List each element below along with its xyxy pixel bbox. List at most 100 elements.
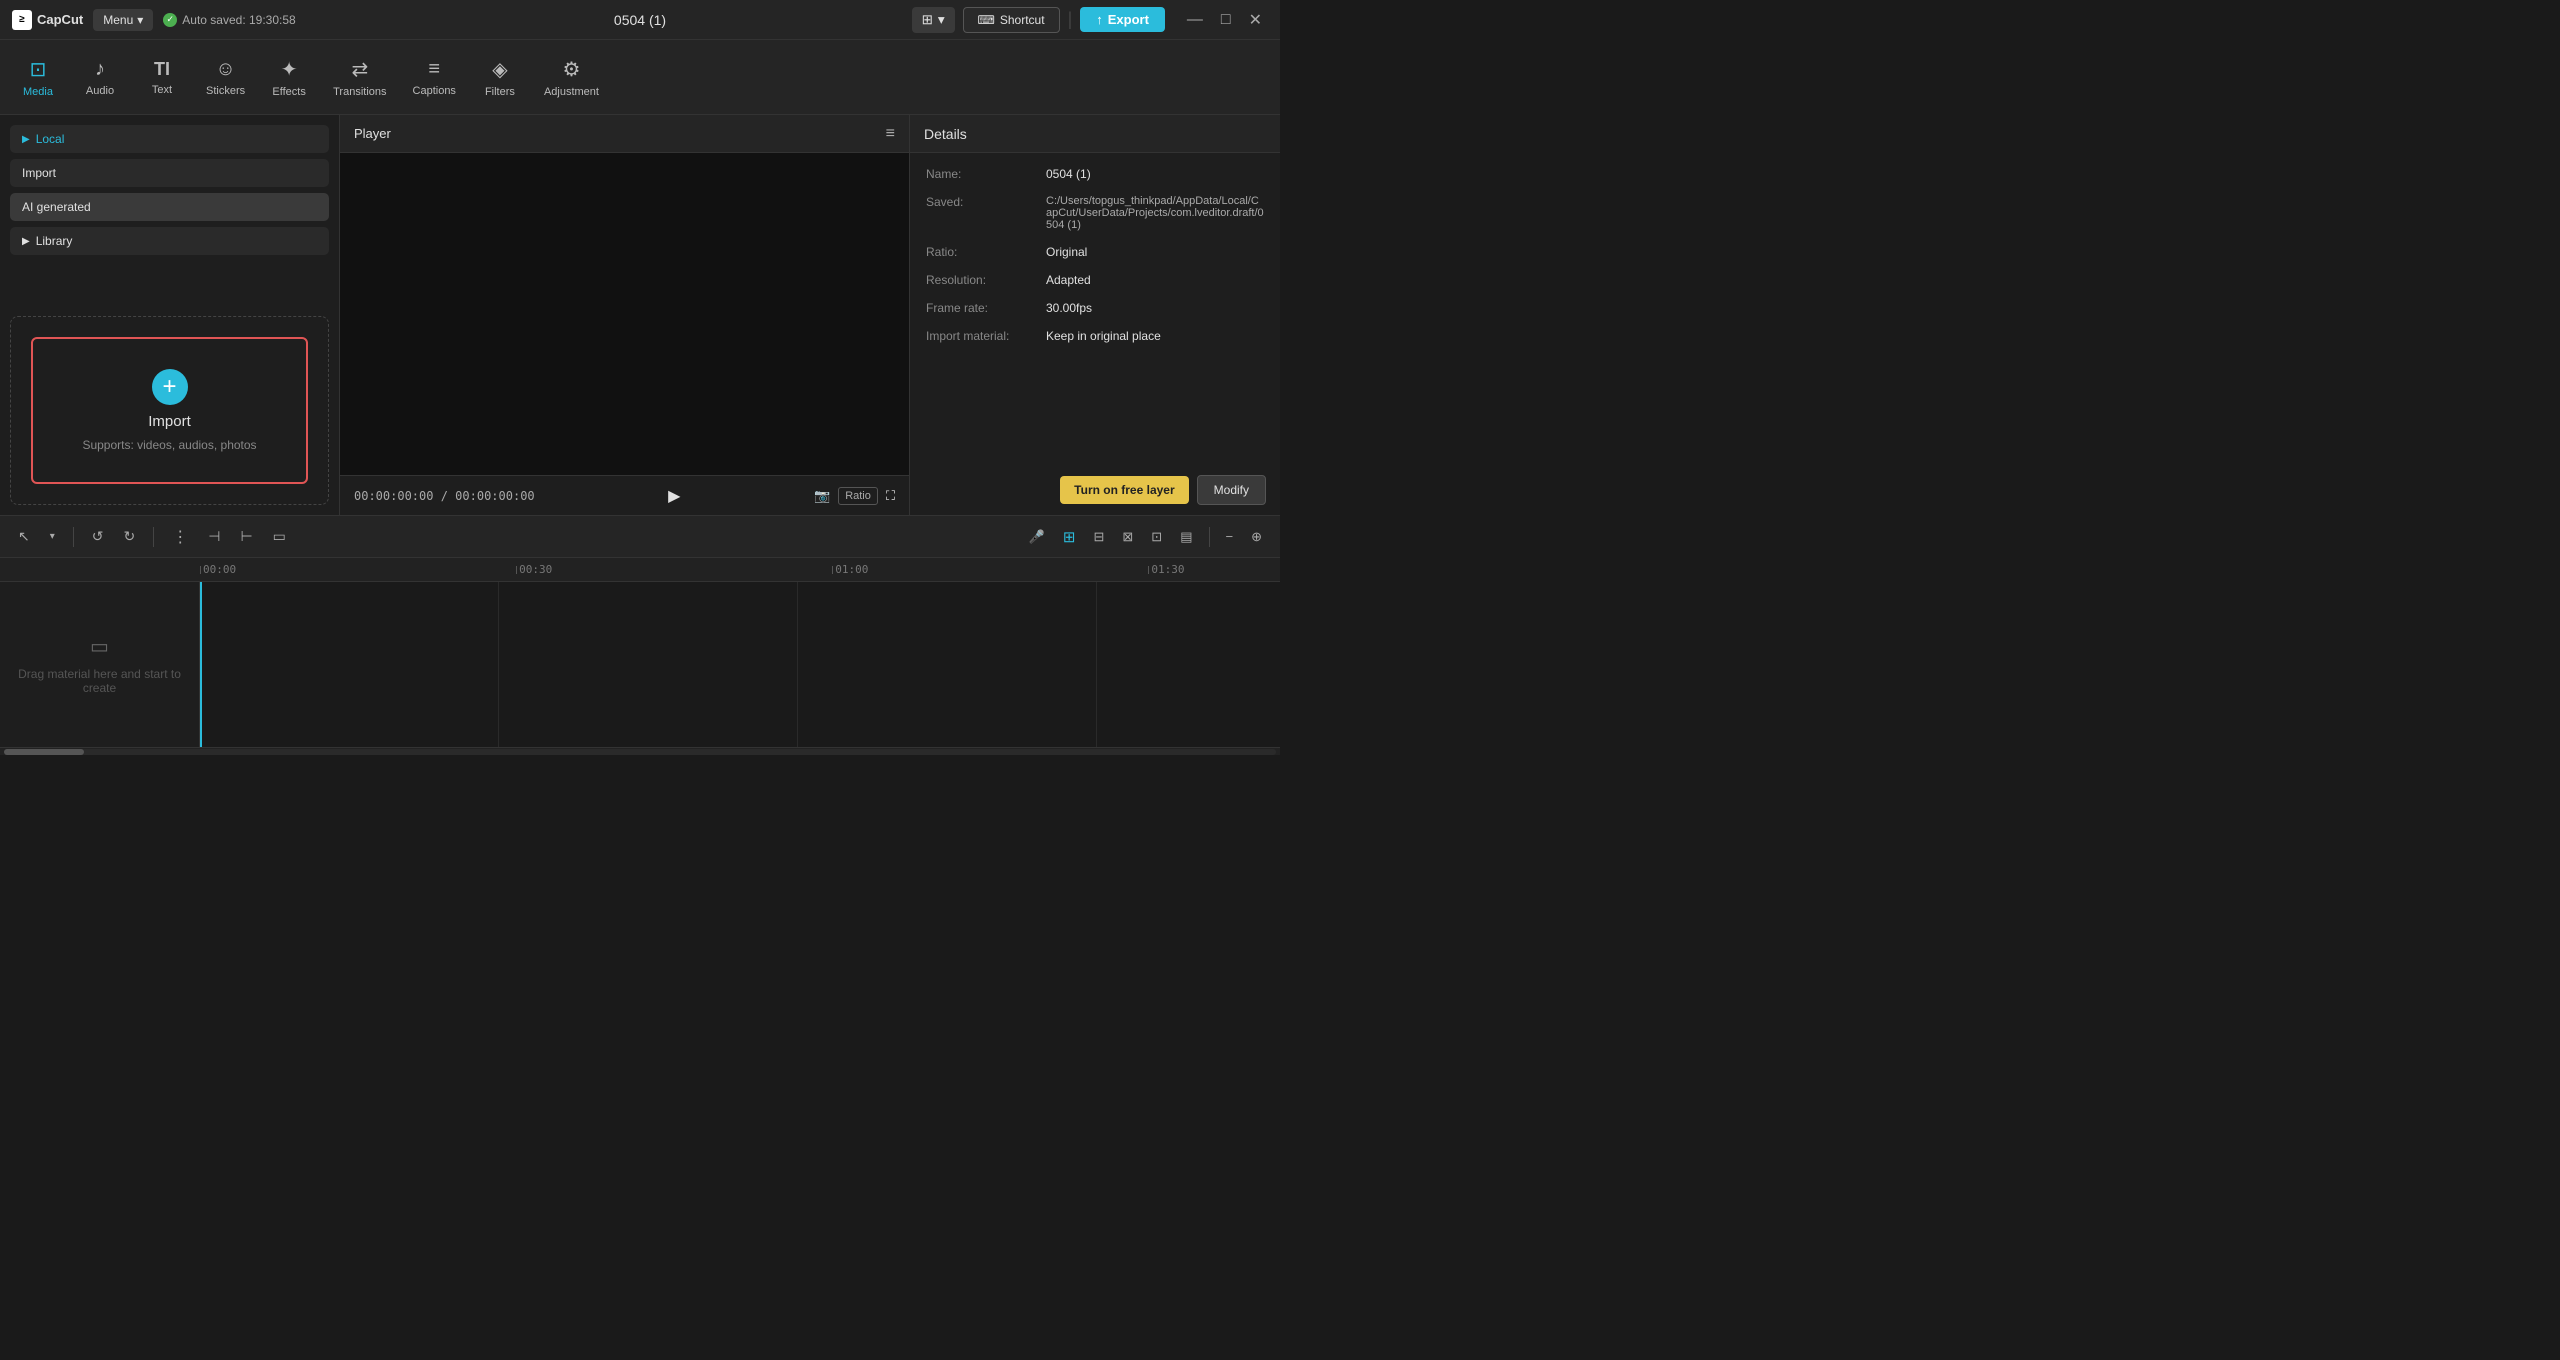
select-tool-button[interactable]: ↖ — [12, 524, 36, 549]
menu-label: Menu — [103, 13, 133, 27]
local-arrow-icon: ▶ — [22, 134, 30, 145]
keyboard-icon: ⌨ — [978, 13, 995, 27]
layout-button[interactable]: ⊞ ▾ — [912, 7, 955, 33]
shortcut-label: Shortcut — [1000, 13, 1045, 27]
restore-button[interactable]: □ — [1215, 8, 1237, 32]
undo-button[interactable]: ↺ — [86, 524, 110, 549]
screenshot-button[interactable]: 📷 — [814, 488, 830, 504]
ratio-button[interactable]: Ratio — [838, 487, 878, 505]
left-panel: ▶ Local Import AI generated ▶ Library + … — [0, 115, 340, 515]
ruler-mark-100: 01:00 — [832, 563, 868, 576]
player-time-total: 00:00:00:00 — [455, 489, 534, 503]
zoom-out-button[interactable]: − — [1220, 525, 1240, 548]
align-button[interactable]: ⊡ — [1145, 525, 1168, 549]
split-button[interactable]: ⋮ — [166, 523, 194, 551]
details-title: Details — [924, 126, 967, 142]
toolbar-item-audio[interactable]: ♪ Audio — [70, 50, 130, 105]
unlink-button[interactable]: ⊠ — [1116, 525, 1139, 549]
toolbar-item-effects[interactable]: ✦ Effects — [259, 49, 319, 106]
link-button[interactable]: ⊟ — [1087, 525, 1110, 549]
select-dropdown-button[interactable]: ▾ — [44, 527, 61, 546]
detail-row-ratio: Ratio: Original — [926, 245, 1264, 259]
drag-hint-text: Drag material here and start to create — [10, 667, 189, 695]
toolbar-item-captions[interactable]: ≡ Captions — [401, 50, 468, 105]
import-label: Import — [22, 166, 56, 180]
mic-button[interactable]: 🎤 — [1023, 525, 1051, 549]
trim-end-button[interactable]: ⊢ — [234, 524, 258, 549]
sidebar-item-library[interactable]: ▶ Library — [10, 227, 329, 255]
timeline-toolbar: ↖ ▾ ↺ ↻ ⋮ ⊣ ⊢ ▭ 🎤 ⊞ ⊟ ⊠ ⊡ ▤ − ⊕ — [0, 516, 1280, 558]
fullscreen-button[interactable]: ⛶ — [886, 488, 895, 504]
player-time: 00:00:00:00 / 00:00:00:00 — [354, 489, 535, 503]
snap-button[interactable]: ⊞ — [1057, 524, 1082, 550]
effects-label: Effects — [272, 86, 305, 98]
filters-icon: ◈ — [492, 57, 507, 82]
player-title: Player — [354, 126, 391, 141]
timeline-tracks[interactable] — [200, 582, 1280, 747]
player-menu-icon[interactable]: ≡ — [886, 125, 895, 143]
detail-value-import-material: Keep in original place — [1046, 329, 1264, 343]
trim-start-button[interactable]: ⊣ — [202, 524, 226, 549]
details-content: Name: 0504 (1) Saved: C:/Users/topgus_th… — [910, 153, 1280, 465]
import-outer-box: + Import Supports: videos, audios, photo… — [10, 316, 329, 505]
detail-label-resolution: Resolution: — [926, 273, 1036, 287]
player-viewport — [340, 153, 909, 475]
filters-label: Filters — [485, 86, 515, 98]
player-header: Player ≡ — [340, 115, 909, 153]
toolbar-item-filters[interactable]: ◈ Filters — [470, 49, 530, 106]
import-box-label: Import — [148, 413, 191, 430]
toolbar-item-adjustment[interactable]: ⚙ Adjustment — [532, 49, 611, 106]
toolbar: ⊡ Media ♪ Audio TI Text ☺ Stickers ✦ Eff… — [0, 40, 1280, 115]
export-button[interactable]: ↑ Export — [1080, 7, 1165, 32]
ruler-marks: 00:00 00:30 01:00 01:30 02:00 — [200, 563, 1280, 576]
minimize-button[interactable]: — — [1181, 8, 1209, 32]
sidebar-item-import[interactable]: Import — [10, 159, 329, 187]
auto-saved-text: Auto saved: 19:30:58 — [182, 13, 295, 27]
detail-label-framerate: Frame rate: — [926, 301, 1036, 315]
sidebar-item-local[interactable]: ▶ Local — [10, 125, 329, 153]
turn-on-free-layer-button[interactable]: Turn on free layer — [1060, 476, 1188, 504]
delete-clip-button[interactable]: ▭ — [267, 524, 292, 549]
redo-button[interactable]: ↻ — [118, 524, 142, 549]
import-box[interactable]: + Import Supports: videos, audios, photo… — [31, 337, 308, 484]
ai-generated-label: AI generated — [22, 200, 91, 214]
menu-button[interactable]: Menu ▾ — [93, 9, 153, 31]
title-bar: ≥ CapCut Menu ▾ ✓ Auto saved: 19:30:58 0… — [0, 0, 1280, 40]
text-icon: TI — [154, 59, 170, 80]
timeline-cursor — [200, 582, 202, 747]
toolbar-item-stickers[interactable]: ☺ Stickers — [194, 50, 257, 105]
detail-row-saved: Saved: C:/Users/topgus_thinkpad/AppData/… — [926, 195, 1264, 231]
transitions-label: Transitions — [333, 86, 386, 98]
timeline-area: ↖ ▾ ↺ ↻ ⋮ ⊣ ⊢ ▭ 🎤 ⊞ ⊟ ⊠ ⊡ ▤ − ⊕ 00:00 00… — [0, 515, 1280, 755]
toolbar-item-text[interactable]: TI Text — [132, 51, 192, 104]
sidebar-item-ai-generated[interactable]: AI generated — [10, 193, 329, 221]
adjustment-label: Adjustment — [544, 86, 599, 98]
captions-icon: ≡ — [428, 58, 440, 81]
timeline-scrollbar[interactable] — [4, 749, 1276, 755]
audio-icon: ♪ — [95, 58, 105, 81]
layout-icon: ⊞ — [922, 12, 933, 28]
detail-value-ratio: Original — [1046, 245, 1264, 259]
modify-button[interactable]: Modify — [1197, 475, 1266, 505]
toolbar-item-transitions[interactable]: ⇄ Transitions — [321, 49, 398, 106]
scrollbar-thumb[interactable] — [4, 749, 84, 755]
player-time-sep: / — [441, 489, 455, 503]
stickers-icon: ☺ — [215, 58, 235, 81]
media-label: Media — [23, 86, 53, 98]
caption-button[interactable]: ▤ — [1174, 525, 1198, 549]
toolbar-item-media[interactable]: ⊡ Media — [8, 49, 68, 106]
export-icon: ↑ — [1096, 12, 1103, 27]
shortcut-button[interactable]: ⌨ Shortcut — [963, 7, 1060, 33]
auto-saved-indicator: ✓ Auto saved: 19:30:58 — [163, 13, 295, 27]
library-arrow-icon: ▶ — [22, 236, 30, 247]
stickers-label: Stickers — [206, 85, 245, 97]
saved-check-icon: ✓ — [163, 13, 177, 27]
adjustment-icon: ⚙ — [562, 57, 580, 82]
right-panel: Details Name: 0504 (1) Saved: C:/Users/t… — [910, 115, 1280, 515]
import-plus-icon: + — [152, 369, 188, 405]
detail-row-import-material: Import material: Keep in original place — [926, 329, 1264, 343]
zoom-in-button[interactable]: ⊕ — [1245, 525, 1268, 549]
capcut-logo: ≥ CapCut — [12, 10, 83, 30]
play-button[interactable]: ▶ — [668, 486, 680, 506]
close-button[interactable]: ✕ — [1243, 8, 1268, 32]
